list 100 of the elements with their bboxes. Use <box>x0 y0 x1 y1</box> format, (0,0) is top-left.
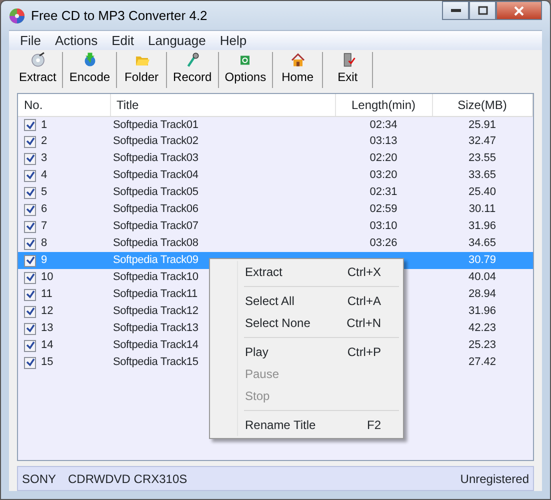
toolbar-button[interactable]: Extract <box>13 52 64 88</box>
track-number: 9 <box>41 254 48 266</box>
track-size: 42.23 <box>467 321 498 336</box>
menu-item[interactable]: Edit <box>104 30 141 50</box>
checkbox[interactable] <box>24 170 36 182</box>
track-size: 30.11 <box>468 202 497 218</box>
toolbar-button[interactable]: Exit <box>323 52 374 88</box>
menu-item[interactable]: Play Ctrl+P <box>212 341 401 363</box>
toolbar-button[interactable]: Folder <box>117 52 168 88</box>
track-number: 13 <box>41 322 54 334</box>
track-title: Softpedia Track01 <box>113 118 198 130</box>
checkbox[interactable] <box>24 136 36 148</box>
track-number: 2 <box>41 135 48 148</box>
track-number: 5 <box>41 186 48 198</box>
menu-item[interactable]: Language <box>141 30 213 50</box>
track-size: 28.94 <box>467 287 498 302</box>
drive-model: CDRWDVD CRX310S <box>68 470 188 488</box>
track-title: Softpedia Track13 <box>113 322 198 334</box>
track-number: 12 <box>41 305 54 318</box>
track-size: 34.65 <box>432 235 532 252</box>
track-size: 31.96 <box>467 304 498 320</box>
toolbar-button[interactable]: Options <box>218 52 274 88</box>
track-length: 02:34 <box>335 116 432 133</box>
menu-item[interactable]: Select None Ctrl+N <box>212 312 401 334</box>
track-size: 31.96 <box>467 219 498 234</box>
menu-item[interactable]: Help <box>212 30 254 50</box>
track-title: Softpedia Track03 <box>113 152 198 164</box>
column-header[interactable]: Length(min) <box>335 94 432 116</box>
track-length: 02:31 <box>368 185 398 200</box>
track-length: 02:59 <box>368 202 398 218</box>
track-size: 25.40 <box>467 185 498 200</box>
toolbar-button[interactable]: Encode <box>63 52 118 88</box>
checkbox[interactable] <box>24 186 36 199</box>
track-title: Softpedia Track02 <box>113 135 198 148</box>
checkbox[interactable] <box>24 272 36 284</box>
disc-icon <box>9 8 25 24</box>
track-title: Softpedia Track09 <box>113 254 198 266</box>
maximize-button[interactable] <box>469 1 496 20</box>
minimize-icon <box>450 8 460 12</box>
drive-vendor: SONY <box>22 470 56 488</box>
checkbox[interactable] <box>24 322 36 335</box>
track-title: Softpedia Track06 <box>113 203 198 216</box>
close-button[interactable] <box>496 1 542 20</box>
menu-item[interactable]: Extract Ctrl+X <box>212 261 401 283</box>
track-title: Softpedia Track10 <box>113 271 198 284</box>
track-size: 32.47 <box>467 134 498 150</box>
menu-item[interactable]: Select All Ctrl+A <box>212 290 401 312</box>
track-title: Softpedia Track08 <box>113 237 198 250</box>
track-size: 33.65 <box>467 168 498 184</box>
menu-item[interactable]: Actions <box>48 30 105 50</box>
track-title: Softpedia Track05 <box>113 186 198 198</box>
column-header[interactable]: Size(MB) <box>432 94 532 116</box>
checkbox[interactable] <box>24 220 36 233</box>
track-title: Softpedia Track12 <box>113 305 198 318</box>
checkbox[interactable] <box>24 204 36 216</box>
track-number: 15 <box>41 356 54 368</box>
track-size: 40.04 <box>432 269 532 286</box>
window-title: Free CD to MP3 Converter 4.2 <box>31 6 208 25</box>
checkbox[interactable] <box>24 152 36 165</box>
checkbox[interactable] <box>24 238 36 250</box>
track-title: Softpedia Track07 <box>113 220 198 232</box>
track-number: 6 <box>41 203 48 216</box>
track-length: 03:26 <box>335 235 432 252</box>
track-title: Softpedia Track11 <box>113 288 198 300</box>
track-title: Softpedia Track15 <box>113 356 198 368</box>
track-number: 8 <box>41 237 48 250</box>
maximize-icon <box>478 6 488 15</box>
registration-status: Unregistered <box>460 470 529 488</box>
close-icon <box>514 6 524 16</box>
checkbox[interactable] <box>24 119 36 131</box>
track-number: 3 <box>41 152 48 164</box>
track-number: 1 <box>41 118 48 130</box>
toolbar-button[interactable]: Home <box>273 52 324 88</box>
checkbox[interactable] <box>24 356 36 369</box>
checkbox[interactable] <box>24 340 36 352</box>
track-length: 03:10 <box>368 219 398 234</box>
track-title: Softpedia Track04 <box>113 169 198 182</box>
track-number: 14 <box>41 339 54 352</box>
track-number: 7 <box>41 220 48 232</box>
track-size: 23.55 <box>467 151 498 166</box>
track-title: Softpedia Track14 <box>113 339 198 352</box>
menu-item[interactable]: File <box>13 30 48 50</box>
track-number: 4 <box>41 169 48 182</box>
track-size: 25.23 <box>467 338 498 354</box>
toolbar-button[interactable]: Record <box>167 52 219 88</box>
minimize-button[interactable] <box>442 1 469 20</box>
track-size: 30.79 <box>432 252 532 269</box>
track-length: 03:13 <box>368 134 398 150</box>
track-length: 02:20 <box>368 151 398 166</box>
track-size: 25.91 <box>432 116 532 133</box>
track-number: 11 <box>41 288 52 300</box>
column-header[interactable]: Title <box>110 94 335 116</box>
track-size: 27.42 <box>467 355 498 370</box>
checkbox[interactable] <box>24 254 36 267</box>
checkbox[interactable] <box>24 306 36 318</box>
menu-item[interactable]: Rename Title F2 <box>212 414 401 436</box>
checkbox[interactable] <box>24 288 36 301</box>
column-header[interactable]: No. <box>18 94 110 116</box>
track-length: 03:20 <box>368 168 398 184</box>
track-number: 10 <box>41 271 54 284</box>
